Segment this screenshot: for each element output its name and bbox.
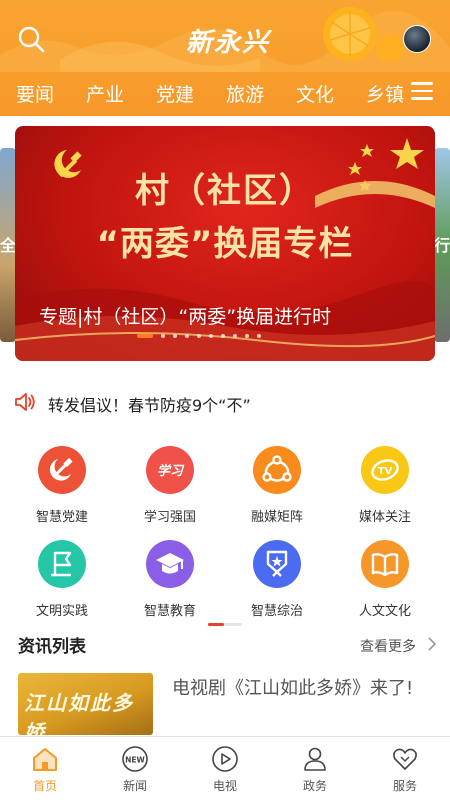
tv-icon: TV [361, 446, 409, 494]
tab-news[interactable]: NEW 新闻 [90, 737, 180, 800]
banner-slide[interactable]: 村（社区） “两委”换届专栏 专题|村（社区）“两委”换届进行时 [15, 126, 435, 361]
flag-icon [38, 540, 86, 588]
tab-label: 服务 [392, 779, 417, 793]
app-logo: 新永兴 [186, 28, 271, 58]
play-icon [212, 746, 238, 772]
nav-tab-xiangzhen[interactable]: 乡镇 [366, 80, 404, 107]
search-icon[interactable] [16, 24, 46, 54]
carousel-dot[interactable] [197, 334, 201, 338]
thumbnail-text: 江山如此多娇 [24, 691, 134, 735]
feature-label: 媒体关注 [358, 510, 411, 525]
next-slide-text: 行 [434, 236, 450, 255]
book-icon [361, 540, 409, 588]
nav-tab-dangjian[interactable]: 党建 [156, 80, 194, 107]
banner-caption: 专题|村（社区）“两委”换届进行时 [39, 306, 332, 328]
tab-label: 首页 [32, 779, 57, 793]
category-nav: 要闻 产业 党建 旅游 文化 乡镇 [0, 76, 450, 110]
carousel-dot[interactable] [161, 334, 165, 338]
news-icon: NEW [122, 746, 148, 772]
carousel-dot[interactable] [257, 334, 261, 338]
carousel-dot[interactable] [233, 334, 237, 338]
grid-page-indicator [208, 623, 242, 626]
carousel-dot[interactable] [221, 334, 225, 338]
feature-label: 人文文化 [358, 604, 411, 619]
feature-label: 智慧综治 [250, 604, 303, 619]
banner-title-line1: 村（社区） [135, 171, 315, 211]
prev-slide-text: 全 [0, 236, 16, 255]
svg-text:TV: TV [378, 466, 393, 477]
tab-label: 电视 [212, 779, 237, 793]
tab-home[interactable]: 首页 [0, 737, 90, 800]
feature-label: 文明实践 [35, 604, 88, 619]
feature-xuexi[interactable]: 学习 学习强国 [120, 446, 220, 530]
carousel-dot[interactable] [137, 334, 153, 338]
tab-label: 政务 [302, 779, 327, 793]
carousel-next-slide[interactable]: 行 [434, 148, 450, 342]
tab-tv[interactable]: 电视 [180, 737, 270, 800]
person-icon [304, 747, 326, 771]
feature-smart-party[interactable]: 智慧党建 [12, 446, 112, 530]
feature-civilization[interactable]: 文明实践 [12, 540, 112, 624]
tab-label: 新闻 [122, 779, 147, 793]
feature-label: 融媒矩阵 [250, 510, 303, 525]
carousel-dot[interactable] [245, 334, 249, 338]
menu-icon[interactable] [411, 82, 433, 100]
speaker-icon [15, 393, 35, 411]
home-icon [33, 748, 57, 771]
study-icon: 学习 [146, 446, 194, 494]
badge-icon [253, 540, 301, 588]
nav-tab-chanye[interactable]: 产业 [86, 80, 124, 107]
carousel-dot[interactable] [185, 334, 189, 338]
bottom-tab-bar: 首页 NEW 新闻 电视 政务 服务 [0, 736, 450, 800]
notice-bar[interactable]: 转发倡议！春节防疫9个“不” [0, 384, 450, 420]
chevron-right-icon[interactable] [427, 637, 437, 651]
feature-label: 智慧党建 [35, 510, 88, 525]
feature-label: 学习强国 [143, 510, 196, 525]
carousel-prev-slide[interactable]: 全 [0, 148, 16, 342]
carousel-dot[interactable] [209, 334, 213, 338]
app-header: 新永兴 要闻 产业 党建 旅游 文化 乡镇 [0, 0, 450, 116]
section-title: 资讯列表 [18, 637, 86, 657]
party-emblem-icon [38, 446, 86, 494]
tab-service[interactable]: 服务 [360, 737, 450, 800]
avatar[interactable] [403, 25, 431, 53]
feature-culture[interactable]: 人文文化 [335, 540, 435, 624]
heart-icon [393, 748, 417, 770]
svg-text:学习: 学习 [157, 463, 185, 479]
tab-government[interactable]: 政务 [270, 737, 360, 800]
nav-tab-wenhua[interactable]: 文化 [296, 80, 334, 107]
svg-text:NEW: NEW [125, 756, 145, 765]
feature-media-matrix[interactable]: 融媒矩阵 [227, 446, 327, 530]
notice-text: 转发倡议！春节防疫9个“不” [48, 396, 251, 415]
carousel-dot[interactable] [173, 334, 177, 338]
banner-title-line2: “两委”换届专栏 [96, 224, 354, 264]
view-more-link[interactable]: 查看更多 [360, 636, 416, 656]
nav-tab-yaowen[interactable]: 要闻 [16, 80, 54, 107]
feature-media-focus[interactable]: TV 媒体关注 [335, 446, 435, 530]
news-item-title[interactable]: 电视剧《江山如此多娇》来了! [172, 675, 422, 703]
news-thumbnail[interactable]: 江山如此多娇 [18, 673, 153, 735]
feature-label: 智慧教育 [143, 604, 196, 619]
feature-governance[interactable]: 智慧综治 [227, 540, 327, 624]
share-network-icon [253, 446, 301, 494]
graduation-cap-icon [146, 540, 194, 588]
nav-tab-lvyou[interactable]: 旅游 [226, 80, 264, 107]
feature-education[interactable]: 智慧教育 [120, 540, 220, 624]
